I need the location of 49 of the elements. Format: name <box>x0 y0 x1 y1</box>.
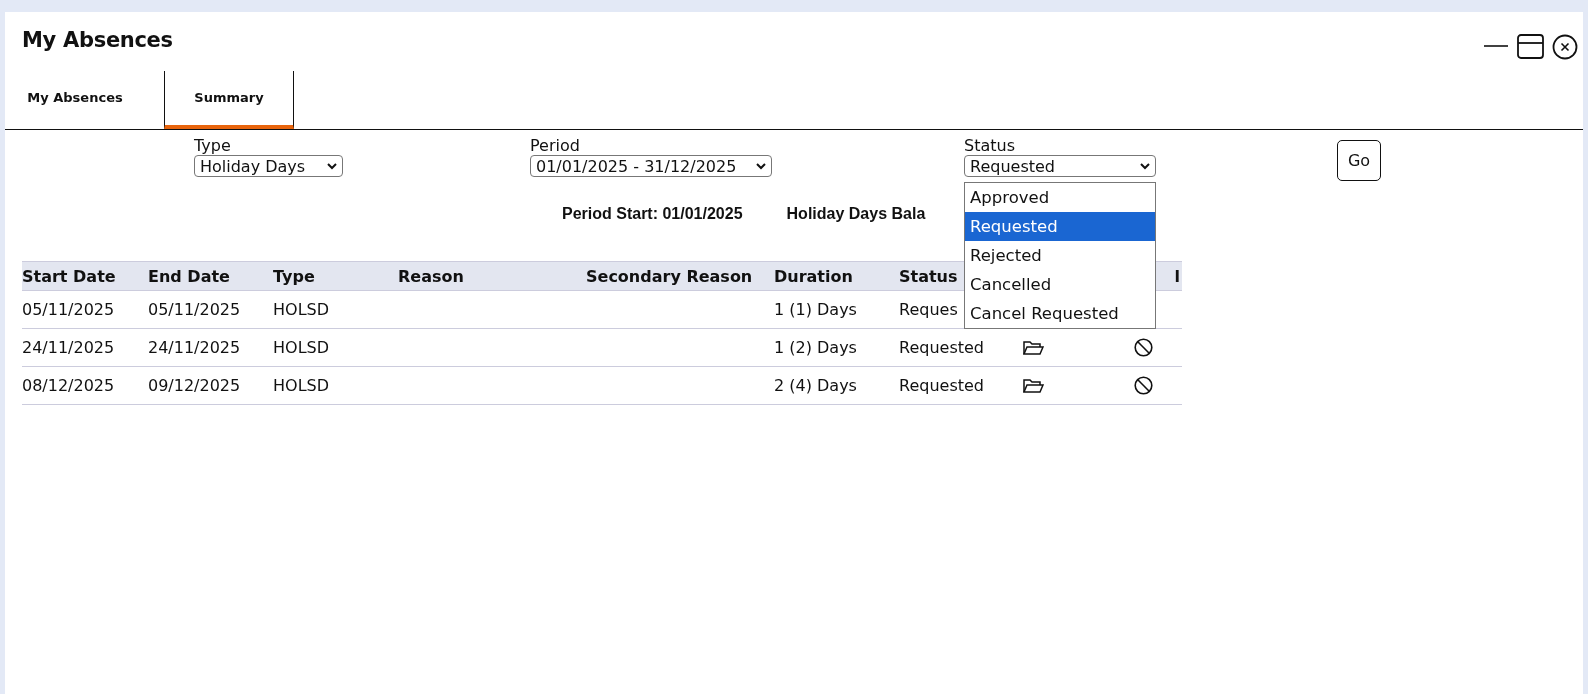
table-cell: 24/11/2025 <box>148 338 241 357</box>
column-header: Secondary Reason <box>586 266 753 286</box>
tab[interactable]: Summary <box>164 71 294 129</box>
column-header: Status <box>899 266 958 286</box>
chevron-down-icon <box>756 162 766 170</box>
column-header: Type <box>273 266 315 286</box>
table-cell: Reques <box>899 300 958 319</box>
table-cell: Requested <box>899 338 984 357</box>
table-cell: 09/12/2025 <box>148 376 241 395</box>
type-select[interactable]: Holiday Days <box>194 155 343 177</box>
table-cell: 1 (2) Days <box>774 338 857 357</box>
cancel-icon[interactable] <box>1134 376 1153 395</box>
table-cell: HOLSD <box>273 300 329 319</box>
table-cell: 24/11/2025 <box>22 338 115 357</box>
dropdown-option[interactable]: Approved <box>965 183 1155 212</box>
table-cell: Requested <box>899 376 984 395</box>
chevron-down-icon <box>1140 162 1150 170</box>
folder-icon[interactable] <box>1023 377 1044 394</box>
period-select[interactable]: 01/01/2025 - 31/12/2025 <box>530 155 772 177</box>
status-select[interactable]: Requested <box>964 155 1156 177</box>
column-header: l <box>1174 266 1180 286</box>
column-header: Start Date <box>22 266 116 286</box>
window-title: My Absences <box>22 28 173 52</box>
period-start-text: Period Start: 01/01/2025 <box>562 205 743 224</box>
tab[interactable]: My Absences <box>10 71 140 129</box>
folder-icon[interactable] <box>1023 339 1044 356</box>
chevron-down-icon <box>327 162 337 170</box>
go-button[interactable]: Go <box>1337 140 1381 181</box>
column-header: Duration <box>774 266 853 286</box>
maximize-icon[interactable] <box>1517 34 1544 59</box>
field-label: Type <box>194 136 232 155</box>
field-label: Period <box>530 136 581 155</box>
cancel-icon[interactable] <box>1134 338 1153 357</box>
dropdown-option[interactable]: Cancel Requested <box>965 299 1155 328</box>
table-cell: HOLSD <box>273 338 329 357</box>
close-icon[interactable] <box>1552 34 1578 60</box>
column-header: Reason <box>398 266 464 286</box>
balance-text: Holiday Days Bala <box>786 205 926 224</box>
dropdown-option[interactable]: Rejected <box>965 241 1155 270</box>
field-label: Status <box>964 136 1016 155</box>
table-cell: 08/12/2025 <box>22 376 115 395</box>
table-cell: 05/11/2025 <box>148 300 241 319</box>
dropdown-option[interactable]: Cancelled <box>965 270 1155 299</box>
table-cell: 05/11/2025 <box>22 300 115 319</box>
column-header: End Date <box>148 266 230 286</box>
table-cell: 2 (4) Days <box>774 376 857 395</box>
dropdown-option[interactable]: Requested <box>965 212 1155 241</box>
table-cell: HOLSD <box>273 376 329 395</box>
table-cell: 1 (1) Days <box>774 300 857 319</box>
